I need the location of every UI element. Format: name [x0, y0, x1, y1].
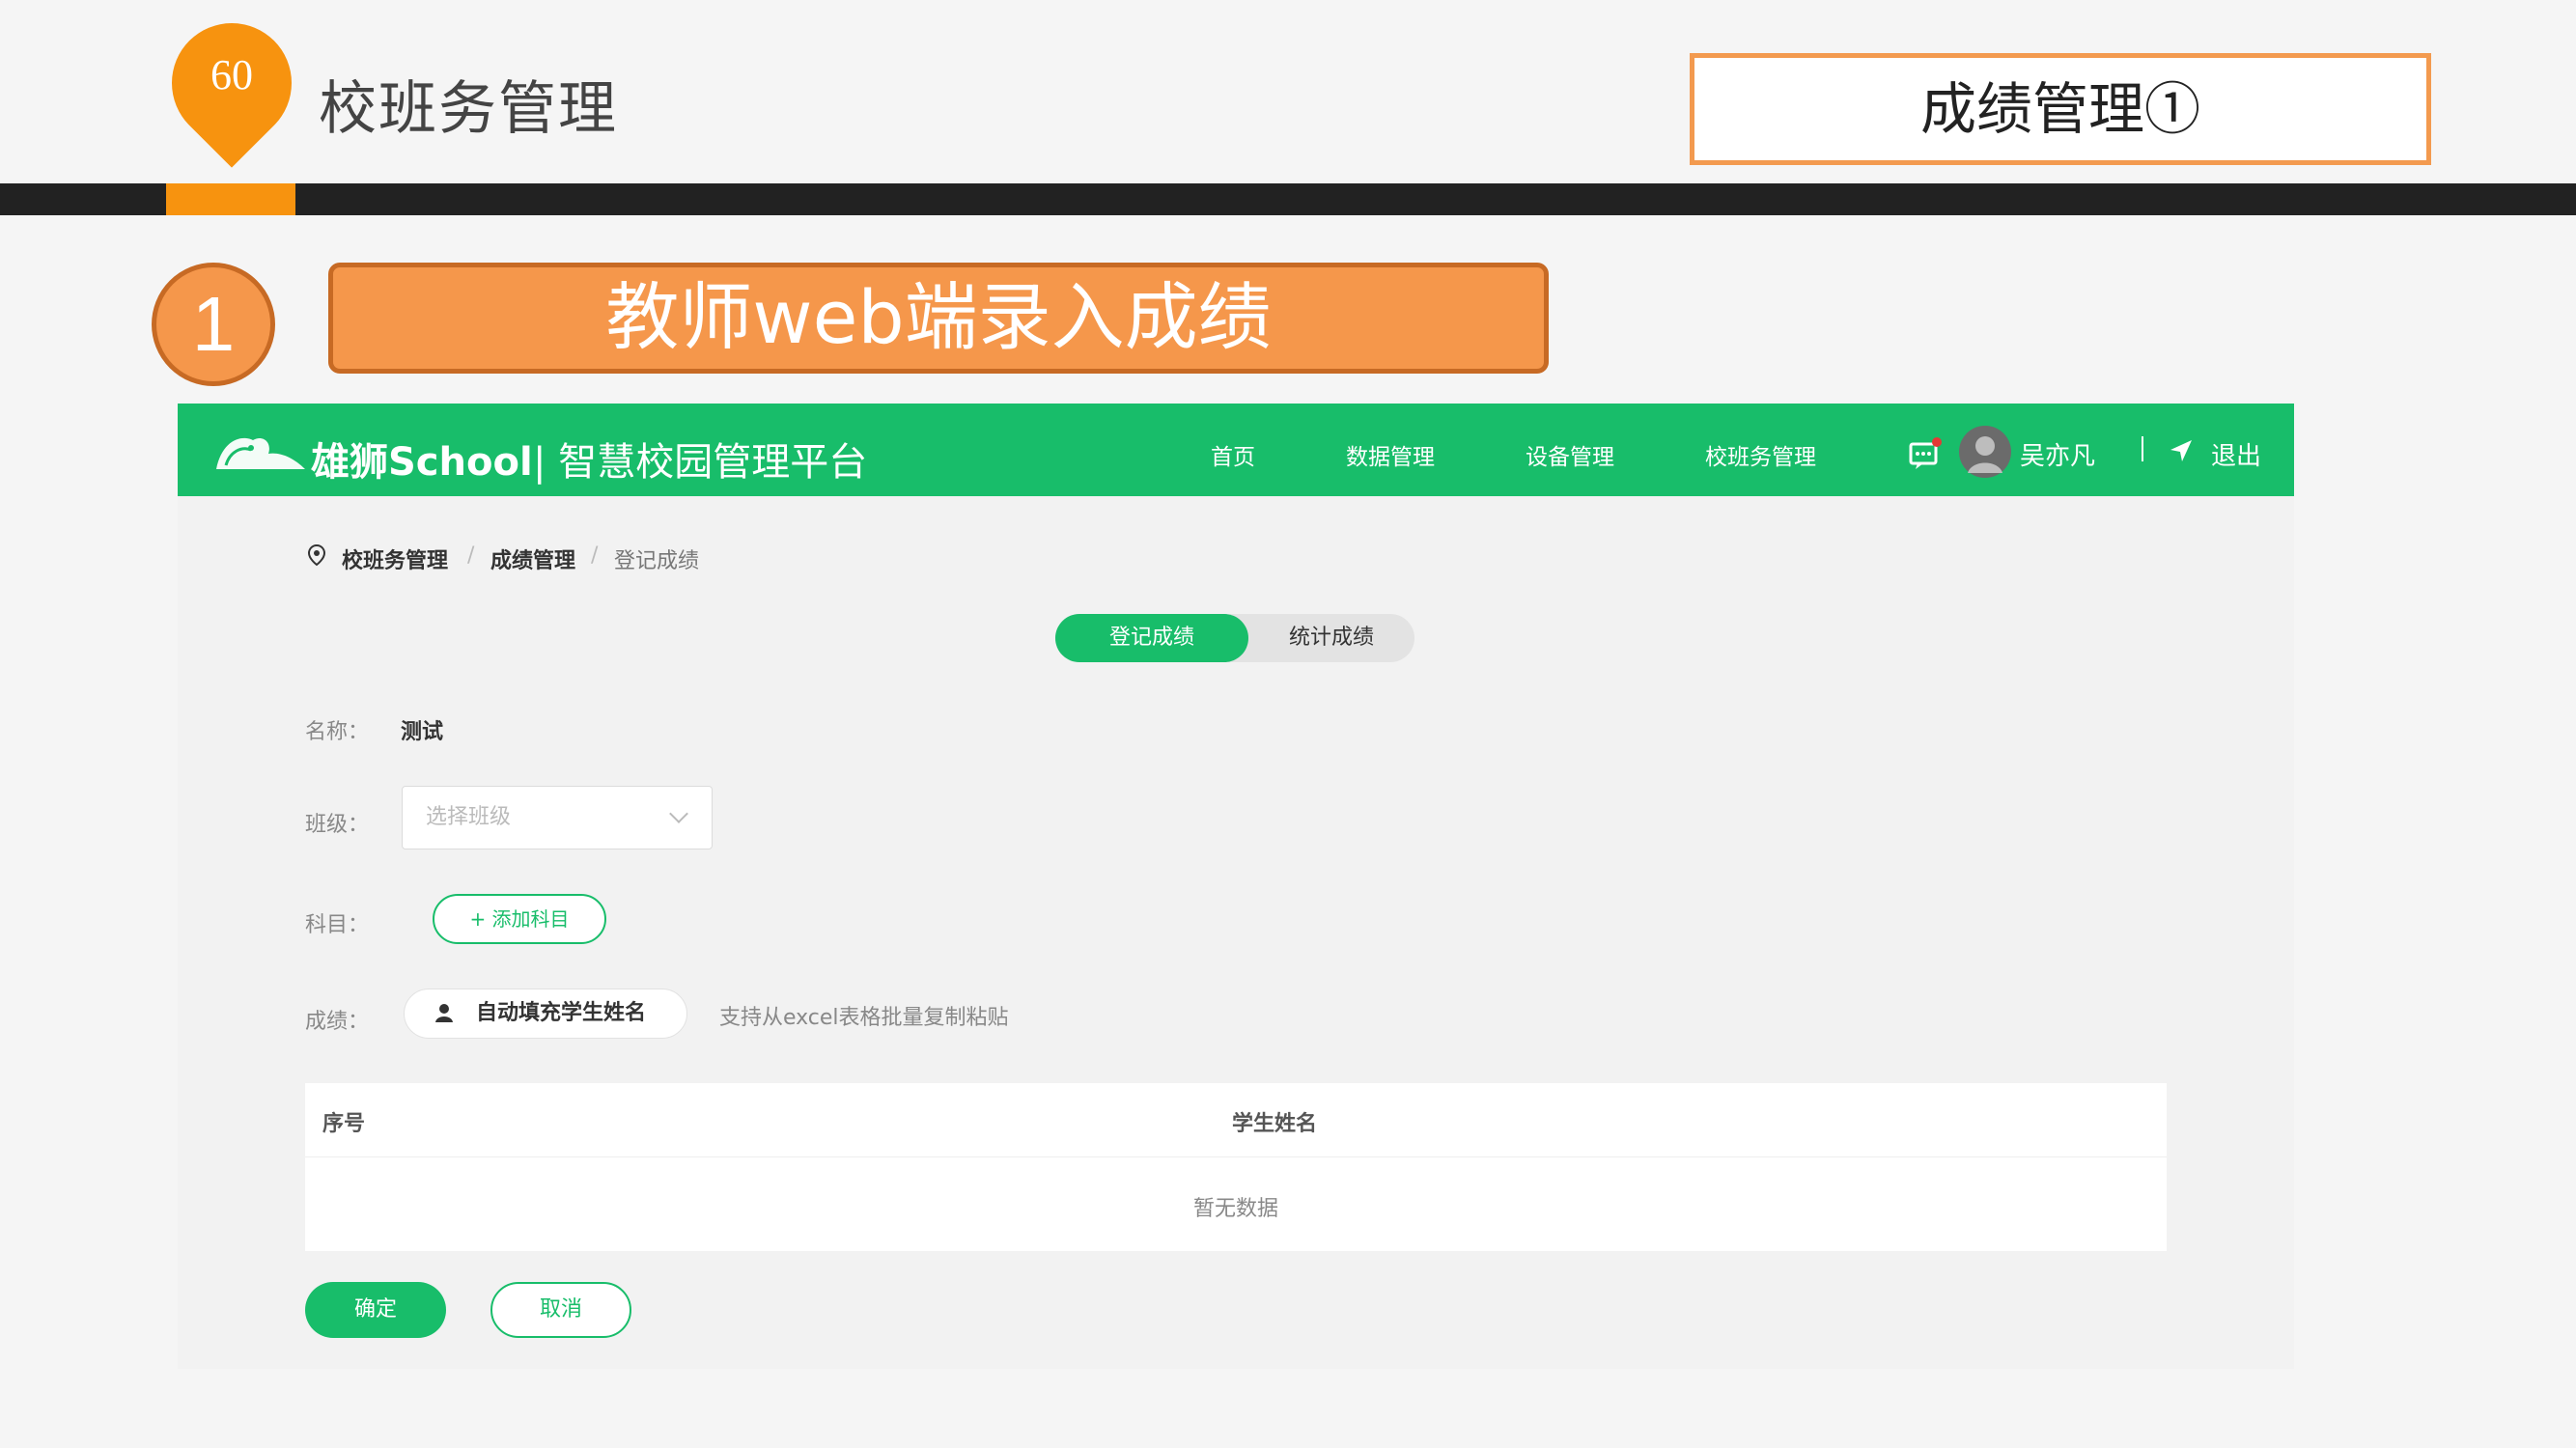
class-select[interactable]: 选择班级: [402, 786, 713, 849]
page-number: 60: [210, 51, 253, 98]
auto-fill-names-button[interactable]: 自动填充学生姓名: [404, 989, 687, 1039]
user-icon: [435, 1004, 453, 1022]
nav-home[interactable]: 首页: [1211, 438, 1255, 471]
brand-subtitle: | 智慧校园管理平台: [533, 440, 868, 485]
breadcrumb-separator: /: [591, 543, 599, 568]
location-pin-icon: [307, 543, 326, 567]
confirm-button[interactable]: 确定: [305, 1282, 446, 1338]
empty-table-text: 暂无数据: [1192, 1197, 1278, 1221]
breadcrumb-score-management[interactable]: 成绩管理: [490, 543, 575, 574]
nav-device-management[interactable]: 设备管理: [1526, 438, 1614, 471]
auto-fill-label: 自动填充学生姓名: [476, 1001, 647, 1025]
send-icon[interactable]: [2169, 438, 2194, 463]
nav-class-affairs[interactable]: 校班务管理: [1705, 438, 1816, 471]
cancel-button[interactable]: 取消: [490, 1282, 631, 1338]
step-title: 教师web端录入成绩: [328, 263, 1549, 374]
subject-label: 科目：: [305, 913, 370, 937]
breadcrumb-class-affairs[interactable]: 校班务管理: [342, 543, 448, 574]
logout-link[interactable]: 退出: [2211, 436, 2261, 472]
class-label: 班级：: [305, 813, 370, 837]
tab-register-scores[interactable]: 登记成绩: [1055, 614, 1248, 662]
brand-name[interactable]: 雄狮School: [311, 431, 533, 487]
header-divider-accent: [166, 183, 295, 215]
header-divider-bar: [0, 183, 2576, 215]
nav-separator: [2142, 436, 2143, 461]
paste-hint: 支持从excel表格批量复制粘贴: [719, 1006, 1009, 1030]
avatar[interactable]: [1958, 425, 2012, 479]
nav-data-management[interactable]: 数据管理: [1346, 438, 1435, 471]
lion-logo-icon: [216, 437, 305, 469]
name-value: 测试: [401, 720, 444, 744]
breadcrumb-current: 登记成绩: [614, 549, 700, 573]
table-divider: [305, 1156, 2167, 1157]
add-subject-button[interactable]: + 添加科目: [433, 894, 606, 944]
user-name[interactable]: 吴亦凡: [2020, 436, 2095, 472]
step-number-badge: 1: [152, 263, 275, 386]
column-header-index: 序号: [322, 1112, 366, 1136]
section-title: 校班务管理: [319, 75, 618, 143]
message-icon[interactable]: [1908, 436, 1943, 471]
breadcrumb-separator: /: [467, 543, 475, 568]
name-label: 名称：: [305, 720, 370, 744]
score-label: 成绩：: [305, 1010, 370, 1034]
column-header-student-name: 学生姓名: [1232, 1112, 1318, 1136]
topic-title-box: 成绩管理①: [1690, 53, 2431, 165]
tab-statistics-scores[interactable]: 统计成绩: [1248, 614, 1414, 662]
